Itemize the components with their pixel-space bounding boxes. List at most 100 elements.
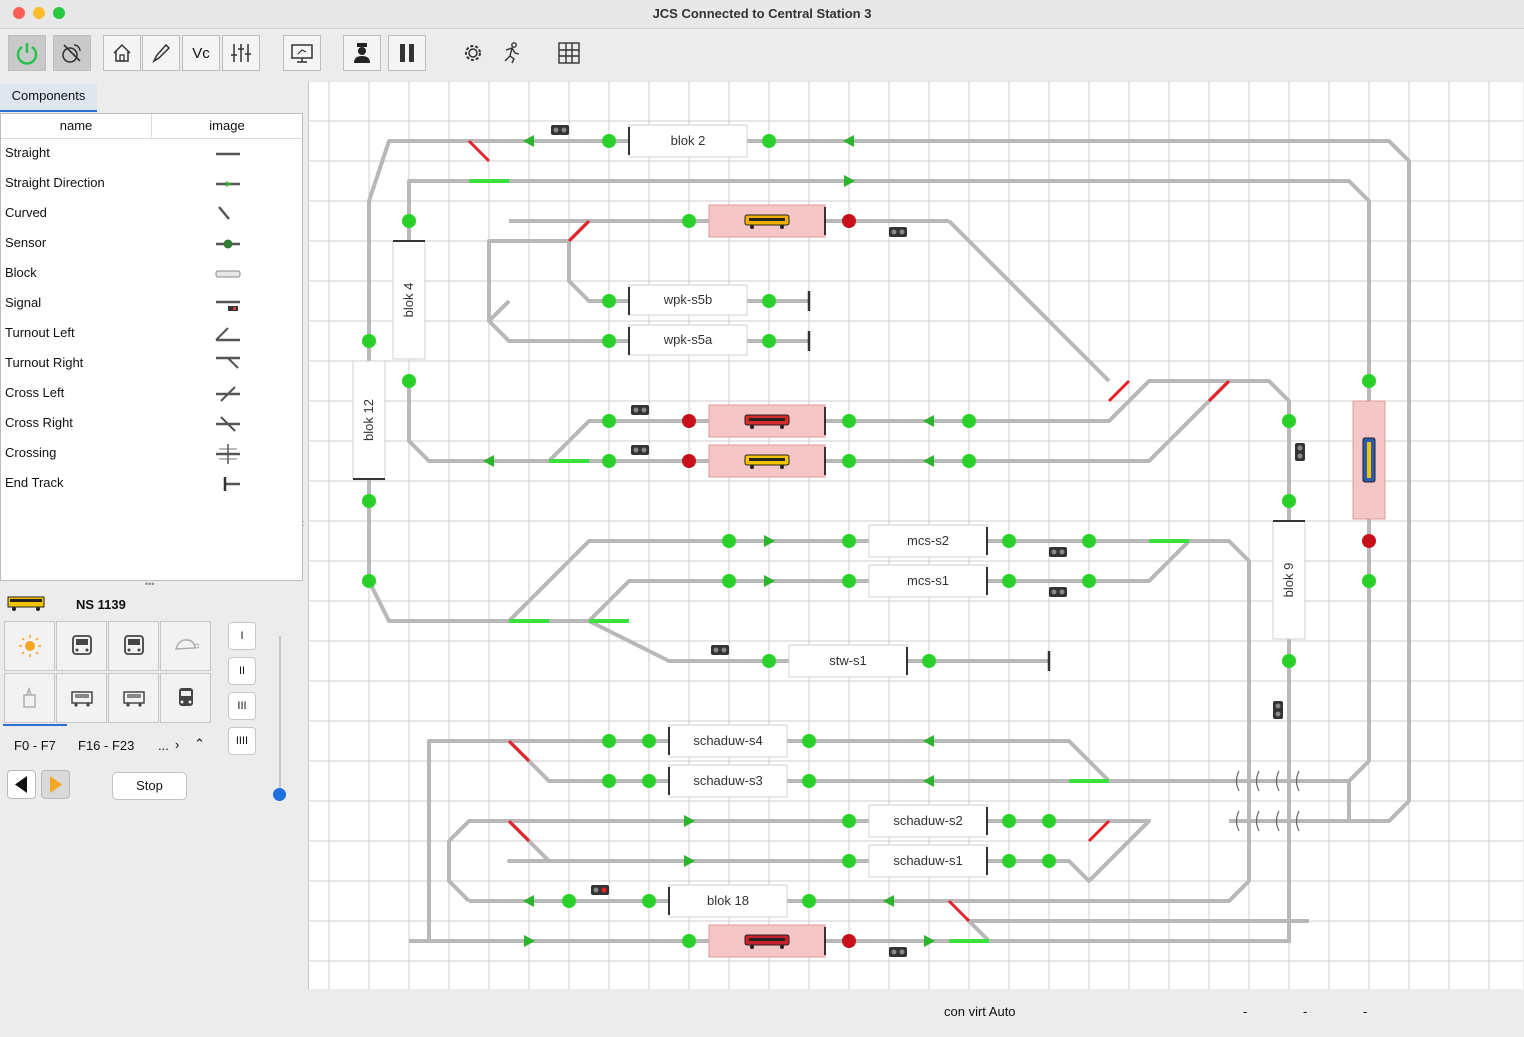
tab-f16-f23[interactable]: F16 - F23 [78,738,134,753]
block-schaduw-s3[interactable]: schaduw-s3 [668,764,788,798]
function-button-f0[interactable] [4,621,55,671]
sensor-active-icon[interactable] [562,894,576,908]
function-button-f4[interactable] [4,673,55,723]
tab-components[interactable]: Components [0,84,97,112]
speed-step-button-3[interactable]: III [228,692,256,720]
occupied-block[interactable] [708,404,826,438]
function-button-f2[interactable] [108,621,159,671]
component-row-block[interactable]: Block [1,259,301,289]
block-blok-9[interactable]: blok 9 [1272,520,1306,640]
signal-icon[interactable] [631,405,649,415]
column-header-name[interactable]: name [1,114,152,139]
sensor-active-icon[interactable] [1362,374,1376,388]
component-row-turnout-left[interactable]: Turnout Left [1,319,301,349]
component-row-straight[interactable]: Straight [1,139,301,169]
sensor-active-icon[interactable] [1282,414,1296,428]
sensor-active-icon[interactable] [602,414,616,428]
sensor-active-icon[interactable] [1002,854,1016,868]
tab-more[interactable]: ... [158,738,169,753]
sensor-occupied-icon[interactable] [682,454,696,468]
function-button-f1[interactable] [56,621,107,671]
occupied-block[interactable] [1352,400,1386,520]
sensor-active-icon[interactable] [602,774,616,788]
direction-reverse-button[interactable] [7,770,36,799]
component-row-turnout-right[interactable]: Turnout Right [1,349,301,379]
sensor-active-icon[interactable] [962,414,976,428]
sensor-active-icon[interactable] [602,134,616,148]
block-wpk-s5b[interactable]: wpk-s5b [628,284,748,316]
speed-step-button-2[interactable]: II [228,657,256,685]
sensor-active-icon[interactable] [682,934,696,948]
sensor-active-icon[interactable] [602,294,616,308]
sensor-active-icon[interactable] [602,454,616,468]
block-schaduw-s2[interactable]: schaduw-s2 [868,804,988,838]
occupied-block[interactable] [708,444,826,478]
sensor-active-icon[interactable] [1082,574,1096,588]
sensor-active-icon[interactable] [1282,654,1296,668]
sensor-active-icon[interactable] [762,654,776,668]
sensor-active-icon[interactable] [1042,854,1056,868]
block-schaduw-s1[interactable]: schaduw-s1 [868,844,988,878]
component-row-cross-left[interactable]: Cross Left [1,379,301,409]
sensor-active-icon[interactable] [642,774,656,788]
signal-icon[interactable] [711,645,729,655]
speed-slider-thumb[interactable] [273,788,286,801]
connect-button[interactable] [53,35,91,71]
sensor-active-icon[interactable] [842,454,856,468]
block-blok-2[interactable]: blok 2 [628,124,748,158]
occupied-block[interactable] [708,204,826,238]
sensor-occupied-icon[interactable] [842,214,856,228]
split-handle[interactable]: ••• [145,579,154,589]
sensor-active-icon[interactable] [922,654,936,668]
sensor-active-icon[interactable] [682,214,696,228]
sensor-active-icon[interactable] [602,734,616,748]
column-header-image[interactable]: image [152,114,302,139]
sensor-active-icon[interactable] [602,334,616,348]
sensor-active-icon[interactable] [842,414,856,428]
sensor-active-icon[interactable] [802,734,816,748]
sensor-active-icon[interactable] [1002,534,1016,548]
sensor-active-icon[interactable] [842,534,856,548]
tab-f0-f7[interactable]: F0 - F7 [14,738,56,753]
layout-canvas[interactable]: blok 2 wpk-s5b wpk-s5a mcs-s2 mcs-s1 stw-s1 sc… [308,80,1523,989]
block-mcs-s1[interactable]: mcs-s1 [868,564,988,598]
sensor-active-icon[interactable] [1002,814,1016,828]
sensor-active-icon[interactable] [802,894,816,908]
component-row-signal[interactable]: Signal [1,289,301,319]
sensor-occupied-icon[interactable] [842,934,856,948]
sensor-active-icon[interactable] [762,334,776,348]
sensor-active-icon[interactable] [1002,574,1016,588]
signal-icon[interactable] [1049,587,1067,597]
run-button[interactable] [492,35,530,71]
signal-icon[interactable] [889,227,907,237]
component-row-straight-direction[interactable]: Straight Direction [1,169,301,199]
sensor-active-icon[interactable] [762,294,776,308]
sensor-active-icon[interactable] [642,894,656,908]
signal-icon[interactable] [1273,701,1283,719]
sensor-active-icon[interactable] [402,214,416,228]
sensor-active-icon[interactable] [842,814,856,828]
signal-icon[interactable] [591,885,609,895]
function-button-f6[interactable] [108,673,159,723]
sensor-active-icon[interactable] [802,774,816,788]
speed-step-button-4[interactable]: IIII [228,727,256,755]
chevron-right-icon[interactable]: › [175,737,179,752]
sensor-active-icon[interactable] [842,854,856,868]
pause-button[interactable] [388,35,426,71]
sensor-active-icon[interactable] [642,734,656,748]
signal-icon[interactable] [889,947,907,957]
sensor-active-icon[interactable] [362,334,376,348]
chevron-up-icon[interactable]: ⌃ [194,736,205,752]
settings-sliders-button[interactable] [222,35,260,71]
sensor-active-icon[interactable] [962,454,976,468]
track-layout[interactable]: blok 2 wpk-s5b wpk-s5a mcs-s2 mcs-s1 stw-s1 sc… [309,80,1523,989]
component-row-crossing[interactable]: Crossing [1,439,301,469]
function-button-f7[interactable] [160,673,211,723]
block-wpk-s5a[interactable]: wpk-s5a [628,324,748,356]
sensor-active-icon[interactable] [362,494,376,508]
sensor-active-icon[interactable] [842,574,856,588]
grid-button[interactable] [550,35,588,71]
speed-step-button-1[interactable]: I [228,622,256,650]
sensor-occupied-icon[interactable] [1362,534,1376,548]
occupied-block[interactable] [708,924,826,958]
